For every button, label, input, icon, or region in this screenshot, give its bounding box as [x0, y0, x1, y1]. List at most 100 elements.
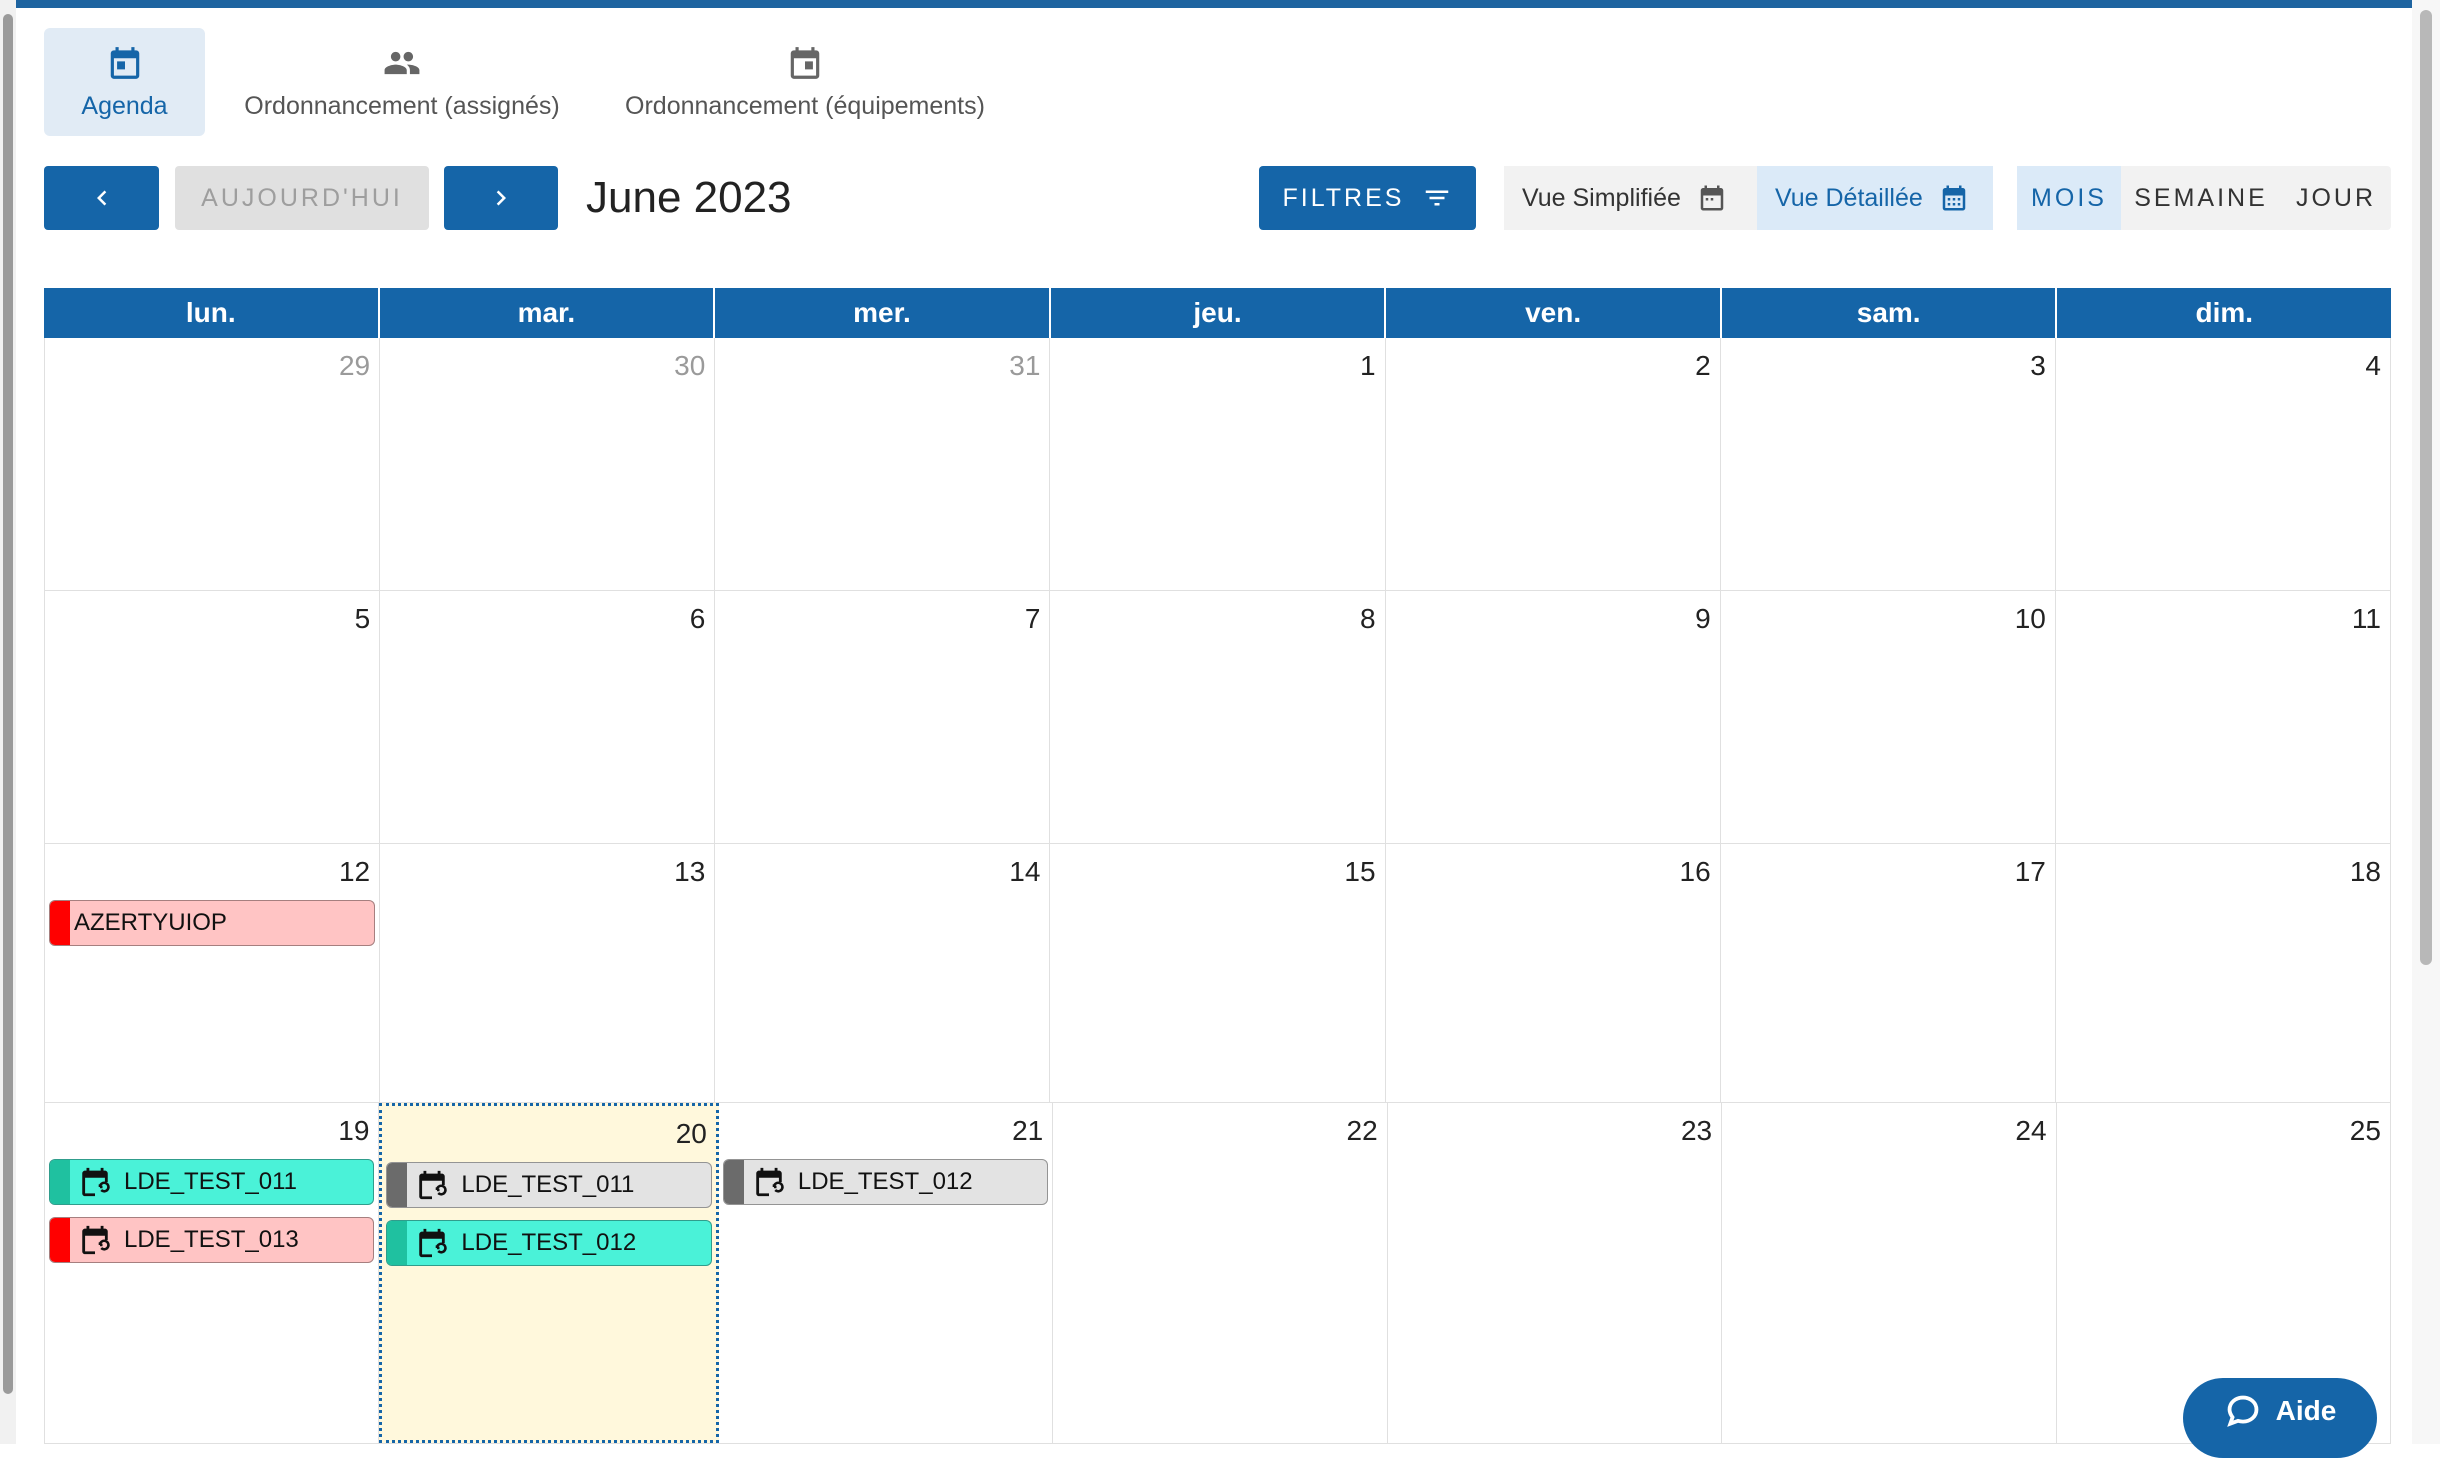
day-number[interactable]: 1	[1360, 350, 1376, 382]
day-cell[interactable]: 30	[380, 338, 716, 590]
calendar-sync-icon	[78, 1223, 112, 1257]
day-cell[interactable]: 22	[1053, 1103, 1388, 1443]
right-scrollbar-thumb[interactable]	[2420, 10, 2432, 965]
day-cell[interactable]: 18	[2056, 844, 2391, 1102]
tab-agenda[interactable]: Agenda	[44, 28, 205, 136]
day-number[interactable]: 15	[1344, 856, 1375, 888]
day-cell-today[interactable]: 20 LDE_TEST_011 LDE_TEST_012	[379, 1103, 719, 1443]
day-cell[interactable]: 21 LDE_TEST_012	[719, 1103, 1054, 1443]
day-number[interactable]: 11	[2352, 603, 2381, 635]
day-cell[interactable]: 13	[380, 844, 716, 1102]
calendar-outline-icon	[1700, 185, 1724, 211]
calendar-sync-icon	[752, 1165, 786, 1199]
day-number[interactable]: 2	[1695, 350, 1711, 382]
day-number[interactable]: 25	[2350, 1115, 2381, 1147]
calendar-event[interactable]: LDE_TEST_011	[386, 1162, 712, 1208]
day-number[interactable]: 7	[1025, 603, 1041, 635]
day-number[interactable]: 23	[1681, 1115, 1712, 1147]
day-cell[interactable]: 19 LDE_TEST_011 LDE_TEST_013	[44, 1103, 380, 1443]
day-cell[interactable]: 8	[1050, 591, 1386, 843]
weekday-label: mar.	[380, 288, 716, 338]
help-button[interactable]: Aide	[2183, 1378, 2377, 1458]
event-label: LDE_TEST_012	[461, 1229, 637, 1256]
day-number[interactable]: 8	[1360, 603, 1376, 635]
calendar-grid-icon	[1942, 185, 1966, 211]
right-scrollbar[interactable]	[2412, 0, 2440, 1444]
day-cell[interactable]: 3	[1721, 338, 2056, 590]
day-cell[interactable]: 16	[1386, 844, 1721, 1102]
people-icon	[384, 51, 420, 74]
day-number[interactable]: 20	[676, 1118, 707, 1150]
day-number[interactable]: 16	[1680, 856, 1711, 888]
day-number[interactable]: 12	[339, 856, 370, 888]
day-cell[interactable]: 1	[1050, 338, 1386, 590]
day-cell[interactable]: 17	[1721, 844, 2056, 1102]
day-cell[interactable]: 6	[380, 591, 716, 843]
day-number[interactable]: 10	[2015, 603, 2046, 635]
chevron-left-icon	[96, 190, 106, 206]
next-button[interactable]	[444, 166, 558, 230]
simplified-view-button[interactable]: Vue Simplifiée	[1504, 166, 1757, 230]
event-color-bar	[387, 1221, 408, 1265]
day-number[interactable]: 21	[1012, 1115, 1043, 1147]
day-cell[interactable]: 11	[2056, 591, 2391, 843]
day-cell[interactable]: 7	[715, 591, 1051, 843]
calendar-event[interactable]: LDE_TEST_011	[49, 1159, 375, 1205]
day-number[interactable]: 3	[2030, 350, 2046, 382]
tab-ordonnancement-assignes[interactable]: Ordonnancement (assignés)	[222, 28, 582, 136]
day-cell[interactable]: 4	[2056, 338, 2391, 590]
filters-button[interactable]: FILTRES	[1259, 166, 1476, 230]
calendar-icon	[790, 46, 820, 79]
left-scrollbar-thumb[interactable]	[3, 14, 13, 1394]
tab-label: Agenda	[81, 91, 168, 120]
day-cell[interactable]: 23	[1388, 1103, 1723, 1443]
today-button[interactable]: AUJOURD'HUI	[175, 166, 429, 230]
day-number[interactable]: 31	[1009, 350, 1040, 382]
chevron-right-icon	[496, 190, 506, 206]
weeks-container: 29 30 31 1 2 3 4 5 6 7 8 9 10 11 12 AZERTYUIOP 13 14 15 16 1…	[44, 338, 2391, 1444]
day-number[interactable]: 30	[674, 350, 705, 382]
day-cell[interactable]: 29	[44, 338, 381, 590]
help-label: Aide	[2275, 1395, 2337, 1426]
day-number[interactable]: 9	[1695, 603, 1711, 635]
range-week-button[interactable]: SEMAINE	[2121, 166, 2281, 230]
calendar-event[interactable]: LDE_TEST_012	[722, 1159, 1049, 1205]
day-cell[interactable]: 12 AZERTYUIOP	[44, 844, 381, 1102]
day-number[interactable]: 18	[2350, 856, 2381, 888]
day-cell[interactable]: 14	[715, 844, 1051, 1102]
detailed-view-label: Vue Détaillée	[1775, 183, 1923, 212]
day-cell[interactable]: 5	[44, 591, 381, 843]
calendar-event[interactable]: LDE_TEST_013	[49, 1217, 375, 1263]
week-row: 29 30 31 1 2 3 4	[44, 338, 2391, 591]
weekday-label: jeu.	[1051, 288, 1387, 338]
day-number[interactable]: 13	[674, 856, 705, 888]
calendar-event[interactable]: LDE_TEST_012	[386, 1220, 712, 1266]
range-day-button[interactable]: JOUR	[2281, 166, 2391, 230]
day-number[interactable]: 14	[1009, 856, 1040, 888]
tab-label: Ordonnancement (équipements)	[625, 91, 985, 120]
calendar-event[interactable]: AZERTYUIOP	[49, 900, 376, 946]
day-number[interactable]: 22	[1347, 1115, 1378, 1147]
event-color-bar	[723, 1160, 744, 1204]
day-cell[interactable]: 31	[715, 338, 1051, 590]
day-cell[interactable]: 2	[1386, 338, 1721, 590]
day-number[interactable]: 5	[355, 603, 371, 635]
day-number[interactable]: 4	[2365, 350, 2381, 382]
day-cell[interactable]: 24	[1722, 1103, 2057, 1443]
day-number[interactable]: 17	[2015, 856, 2046, 888]
tab-ordonnancement-equipements[interactable]: Ordonnancement (équipements)	[608, 28, 1002, 136]
week-row: 19 LDE_TEST_011 LDE_TEST_013 20 LDE_TEST_011…	[44, 1103, 2391, 1444]
day-number[interactable]: 24	[2015, 1115, 2046, 1147]
chat-bubble-icon	[2226, 1395, 2259, 1427]
day-cell[interactable]: 15	[1050, 844, 1386, 1102]
event-color-bar	[387, 1163, 408, 1207]
day-cell[interactable]: 10	[1721, 591, 2056, 843]
detailed-view-button[interactable]: Vue Détaillée	[1757, 166, 1993, 230]
day-cell[interactable]: 9	[1386, 591, 1721, 843]
left-scrollbar[interactable]	[0, 0, 16, 1444]
day-number[interactable]: 6	[690, 603, 706, 635]
range-month-button[interactable]: MOIS	[2017, 166, 2121, 230]
day-number[interactable]: 19	[338, 1115, 369, 1147]
day-number[interactable]: 29	[339, 350, 370, 382]
previous-button[interactable]	[44, 166, 159, 230]
